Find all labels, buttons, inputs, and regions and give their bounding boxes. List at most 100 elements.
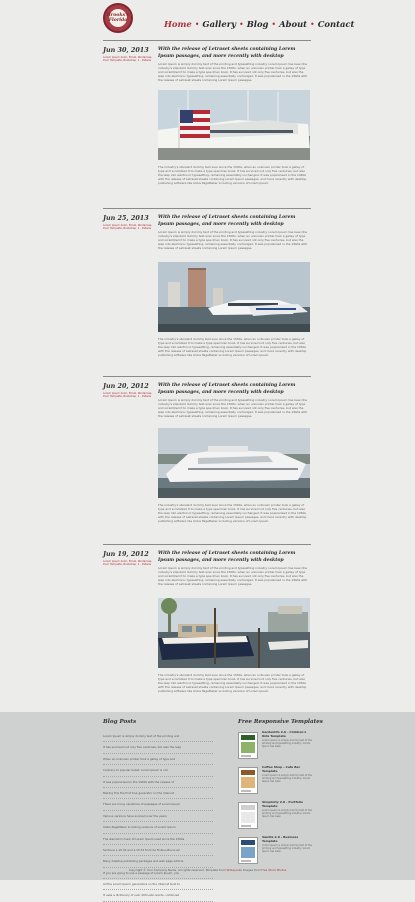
blog-post-link[interactable]: It uses a dictionary of over 200 Latin w… bbox=[103, 890, 213, 902]
post-meta: Jun 25, 2013 Lorem ipsum dolor, Email, W… bbox=[103, 214, 153, 230]
post-meta: Jun 30, 2013 Lorem ipsum dolor, Email, W… bbox=[103, 46, 153, 62]
nav-separator: • bbox=[271, 20, 277, 29]
thumb-image bbox=[241, 742, 255, 753]
post-date: Jun 19, 2012 bbox=[103, 550, 149, 558]
post-title[interactable]: With the release of Letraset sheets cont… bbox=[158, 382, 310, 396]
site-logo[interactable]: Brooks's Florida bbox=[103, 3, 133, 33]
template-item[interactable]: Gardenlife 2.0 - Children's Kids Templat… bbox=[238, 730, 312, 763]
copyright-text: Copyright © Your Company Name. All right… bbox=[128, 868, 226, 872]
template-thumbnail[interactable] bbox=[238, 837, 258, 864]
blog-posts-list: Lorem Ipsum is simply dummy text of the … bbox=[103, 731, 213, 902]
logo-line-2: Florida bbox=[108, 18, 128, 23]
copyright-link[interactable]: Free Stock Photos bbox=[261, 868, 286, 872]
blog-post-link[interactable]: Sections 1.10.32 and 1.10.33 from de Fin… bbox=[103, 845, 213, 857]
copyright: Copyright © Your Company Name. All right… bbox=[0, 868, 415, 872]
main-nav: Home • Gallery • Blog • About • Contact bbox=[164, 12, 354, 31]
post-tags[interactable]: Lorem ipsum dolor, Email, Wordpress, Dom… bbox=[103, 56, 153, 62]
post-body: The industry's standard dummy text ever … bbox=[158, 337, 307, 357]
post-title[interactable]: With the release of Letraset sheets cont… bbox=[158, 214, 310, 228]
template-description: Lorem Ipsum is simply dummy text of the … bbox=[262, 739, 312, 749]
post-tags[interactable]: Lorem ipsum dolor, Email, Wordpress, Dom… bbox=[103, 392, 153, 398]
template-title[interactable]: Simplicity 2.0 - Portfolio Template bbox=[262, 800, 312, 809]
template-description: Lorem Ipsum is simply dummy text of the … bbox=[262, 774, 312, 784]
post-tags[interactable]: Lorem ipsum dolor, Email, Wordpress, Dom… bbox=[103, 224, 153, 230]
post-body: The industry's standard dummy text ever … bbox=[158, 503, 307, 523]
nav-separator: • bbox=[310, 20, 315, 29]
post-intro: Lorem Ipsum is simply dummy text of the … bbox=[158, 566, 308, 586]
post-image[interactable] bbox=[158, 598, 310, 668]
blog-post: Jun 30, 2013 Lorem ipsum dolor, Email, W… bbox=[103, 40, 311, 200]
post-date: Jun 25, 2013 bbox=[103, 214, 149, 222]
thumb-header bbox=[241, 840, 255, 845]
post-body: The industry's standard dummy text ever … bbox=[158, 673, 307, 693]
template-title[interactable]: Vanilla 2.0 - Business Template bbox=[262, 835, 312, 844]
post-meta: Jun 19, 2012 Lorem ipsum dolor, Email, W… bbox=[103, 550, 153, 566]
logo-badge: Brooks's Florida bbox=[107, 9, 129, 27]
template-item[interactable]: Coffee Shop - Cafe Bar Template Lorem Ip… bbox=[238, 765, 312, 798]
template-item[interactable]: Simplicity 2.0 - Portfolio Template Lore… bbox=[238, 800, 312, 833]
thumb-text bbox=[241, 755, 251, 757]
post-tags[interactable]: Lorem ipsum dolor, Email, Wordpress, Dom… bbox=[103, 560, 153, 566]
blog-post-link[interactable]: When an unknown printer took a galley of… bbox=[103, 754, 213, 766]
template-thumbnail[interactable] bbox=[238, 767, 258, 794]
thumb-header bbox=[241, 735, 255, 740]
nav-gallery[interactable]: Gallery bbox=[202, 19, 236, 29]
blog-post-link[interactable]: It has survived not only five centuries,… bbox=[103, 742, 213, 754]
thumb-image bbox=[241, 847, 255, 858]
nav-separator: • bbox=[238, 20, 244, 29]
nav-home[interactable]: Home bbox=[164, 19, 192, 29]
blog-post: Jun 20, 2012 Lorem ipsum dolor, Email, W… bbox=[103, 376, 311, 536]
blog-post-link[interactable]: Contrary to popular belief, Lorem Ipsum … bbox=[103, 765, 213, 777]
template-thumbnail[interactable] bbox=[238, 732, 258, 759]
template-thumbnail[interactable] bbox=[238, 802, 258, 829]
yacht-city-photo bbox=[158, 262, 310, 332]
blog-post-link[interactable]: The standard chunk of Lorem Ipsum used s… bbox=[103, 834, 213, 845]
thumb-image bbox=[241, 812, 255, 823]
blog-post-link[interactable]: Various versions have evolved over the y… bbox=[103, 811, 213, 823]
marina-flag-photo bbox=[158, 90, 310, 160]
blog-post-link[interactable]: There are many variations of passages of… bbox=[103, 799, 213, 811]
template-description: Lorem Ipsum is simply dummy text of the … bbox=[262, 844, 312, 854]
thumb-text bbox=[241, 790, 251, 792]
post-divider bbox=[103, 544, 311, 545]
copyright-text: Images from bbox=[242, 868, 261, 872]
templates-heading: Free Responsive Templates bbox=[238, 719, 323, 725]
thumb-text bbox=[241, 860, 251, 862]
post-body: The industry's standard dummy text ever … bbox=[158, 165, 307, 185]
copyright-link[interactable]: W3Layouts bbox=[226, 868, 242, 872]
blog-posts-heading: Blog Posts bbox=[103, 719, 137, 725]
nav-about[interactable]: About bbox=[279, 19, 307, 29]
post-date: Jun 30, 2013 bbox=[103, 46, 149, 54]
post-title[interactable]: With the release of Letraset sheets cont… bbox=[158, 550, 310, 564]
post-date: Jun 20, 2012 bbox=[103, 382, 149, 390]
blog-post-link[interactable]: Many desktop publishing packages and web… bbox=[103, 856, 213, 868]
blog-post: Jun 25, 2013 Lorem ipsum dolor, Email, W… bbox=[103, 208, 311, 368]
thumb-header bbox=[241, 770, 255, 775]
post-title[interactable]: With the release of Letraset sheets cont… bbox=[158, 46, 310, 60]
nav-contact[interactable]: Contact bbox=[318, 19, 355, 29]
post-image[interactable] bbox=[158, 262, 310, 332]
post-intro: Lorem Ipsum is simply dummy text of the … bbox=[158, 62, 308, 82]
nav-blog[interactable]: Blog bbox=[247, 19, 269, 29]
post-divider bbox=[103, 208, 311, 209]
blog-post-link[interactable]: It was popularised in the 1960s with the… bbox=[103, 777, 213, 788]
template-title[interactable]: Gardenlife 2.0 - Children's Kids Templat… bbox=[262, 730, 312, 739]
post-image[interactable] bbox=[158, 428, 310, 498]
post-intro: Lorem Ipsum is simply dummy text of the … bbox=[158, 398, 308, 418]
blog-post-link[interactable]: Making this the first true generator on … bbox=[103, 788, 213, 800]
blog-post: Jun 19, 2012 Lorem ipsum dolor, Email, W… bbox=[103, 544, 311, 704]
blog-post-link[interactable]: Lorem Ipsum is simply dummy text of the … bbox=[103, 731, 213, 743]
blog-post-link[interactable]: All the Lorem Ipsum generators on the In… bbox=[103, 879, 213, 891]
thumb-text bbox=[241, 825, 251, 827]
thumb-header bbox=[241, 805, 255, 810]
post-intro: Lorem Ipsum is simply dummy text of the … bbox=[158, 230, 308, 250]
blog-post-link[interactable]: Aldus PageMaker including versions of Lo… bbox=[103, 822, 213, 834]
template-item[interactable]: Vanilla 2.0 - Business Template Lorem Ip… bbox=[238, 835, 312, 868]
fishing-boat-photo bbox=[158, 598, 310, 668]
site-header: Brooks's Florida Home • Gallery • Blog • About… bbox=[0, 0, 415, 36]
templates-list: Gardenlife 2.0 - Children's Kids Templat… bbox=[238, 730, 312, 871]
post-divider bbox=[103, 376, 311, 377]
post-image[interactable] bbox=[158, 90, 310, 160]
template-title[interactable]: Coffee Shop - Cafe Bar Template bbox=[262, 765, 312, 774]
template-description: Lorem Ipsum is simply dummy text of the … bbox=[262, 809, 312, 819]
